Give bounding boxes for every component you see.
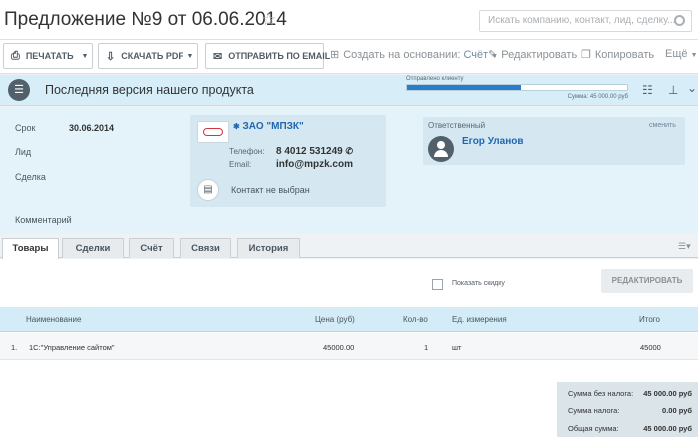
- toolbar: ⎙ ПЕЧАТАТЬ ▼ ⇩ СКАЧАТЬ PDF ▼ ✉ ОТПРАВИТЬ…: [0, 40, 698, 74]
- download-icon: ⇩: [106, 50, 116, 63]
- progress-status-label: Отправлено клиенту: [406, 76, 464, 82]
- document-icon: ☰: [8, 79, 30, 101]
- plus-square-icon: ⊞: [330, 49, 340, 61]
- tab-deals[interactable]: Сделки: [62, 238, 124, 258]
- envelope-icon: ✉: [213, 50, 223, 63]
- more-button[interactable]: Ещё ▼: [665, 48, 698, 60]
- product-total: 45000: [640, 343, 661, 352]
- term-value: 30.06.2014: [69, 123, 115, 133]
- change-responsible-link[interactable]: сменить: [649, 122, 676, 129]
- phone-icon[interactable]: ✆: [346, 146, 354, 156]
- show-discount-label: Показать скидку: [452, 280, 505, 287]
- print-dropdown-button[interactable]: ▼: [78, 43, 93, 69]
- email-value[interactable]: info@mpzk.com: [276, 159, 353, 170]
- edit-products-button[interactable]: РЕДАКТИРОВАТЬ: [601, 269, 693, 293]
- lead-label: Лид: [15, 147, 32, 157]
- tax-value: 0.00 руб: [662, 406, 692, 415]
- more-label: Ещё: [665, 48, 688, 60]
- comment-label: Комментарий: [15, 215, 72, 225]
- collapse-chevron-icon[interactable]: ⌄: [687, 81, 697, 95]
- phone-label: Телефон:: [229, 147, 265, 156]
- print-button[interactable]: ⎙ ПЕЧАТАТЬ: [3, 43, 79, 69]
- chevron-down-icon: ▼: [690, 52, 698, 59]
- company-name: ЗАО "МПЗК": [242, 121, 304, 132]
- total-value: 45 000.00 руб: [643, 424, 692, 433]
- responsible-label: Ответственный: [428, 121, 486, 130]
- create-based-on-button[interactable]: ⊞ Создать на основании: Счёт ▼: [330, 48, 498, 61]
- copy-icon: ❐: [581, 49, 591, 61]
- edit-label: Редактировать: [501, 49, 578, 61]
- tab-invoice[interactable]: Счёт: [129, 238, 174, 258]
- copy-label: Копировать: [594, 49, 655, 61]
- send-email-button[interactable]: ✉ ОТПРАВИТЬ ПО EMAIL: [205, 43, 330, 69]
- edit-button[interactable]: ✎ Редактировать: [488, 48, 577, 61]
- tax-label: Сумма налога:: [568, 406, 620, 415]
- company-icon: ✱: [233, 122, 240, 131]
- top-bar: Предложение №9 от 06.06.2014 ☆ Искать ко…: [0, 0, 698, 40]
- print-button-label: ПЕЧАТАТЬ: [25, 51, 74, 61]
- sum-label: Сумма: 45 000.00 руб: [567, 94, 628, 100]
- contact-icon: ▤: [197, 179, 219, 201]
- table-row: 1. 1С:"Управление сайтом" 45000.00 1 шт …: [0, 333, 698, 360]
- search-placeholder: Искать компанию, контакт, лид, сделку...: [488, 15, 676, 26]
- contact-label: Контакт не выбран: [231, 185, 310, 195]
- column-header-unit: Ед. измерения: [452, 315, 507, 324]
- entity-header: ☰ Последняя версия нашего продукта Отпра…: [0, 75, 698, 106]
- tab-history[interactable]: История: [237, 238, 300, 258]
- search-input[interactable]: Искать компанию, контакт, лид, сделку...: [479, 10, 692, 32]
- email-label: Email:: [229, 160, 252, 169]
- pin-icon[interactable]: ⊥: [668, 83, 678, 97]
- company-link[interactable]: ✱ ЗАО "МПЗК": [233, 121, 304, 132]
- tab-links[interactable]: Связи: [180, 238, 231, 258]
- search-icon[interactable]: [674, 15, 685, 26]
- product-price: 45000.00: [323, 343, 355, 352]
- page-title: Предложение №9 от 06.06.2014: [4, 9, 287, 30]
- pdf-dropdown-button[interactable]: ▼: [183, 43, 198, 69]
- product-qty: 1: [424, 343, 429, 352]
- download-pdf-label: СКАЧАТЬ PDF: [121, 51, 184, 61]
- download-pdf-button[interactable]: ⇩ СКАЧАТЬ PDF: [98, 43, 184, 69]
- subtotal-value: 45 000.00 руб: [643, 389, 692, 398]
- responsible-name[interactable]: Егор Уланов: [462, 136, 524, 147]
- status-progress-bar[interactable]: [406, 84, 628, 91]
- total-label: Общая сумма:: [568, 424, 619, 433]
- column-header-qty: Кол-во: [403, 315, 428, 324]
- avatar: [428, 136, 454, 162]
- column-header-price: Цена (руб): [315, 315, 355, 324]
- column-header-total: Итого: [639, 315, 660, 324]
- printer-icon: ⎙: [11, 49, 20, 62]
- row-number: 1.: [11, 343, 18, 352]
- create-based-on-value: Счёт: [463, 49, 489, 61]
- pencil-icon: ✎: [488, 49, 498, 61]
- star-icon[interactable]: ☆: [261, 10, 276, 30]
- entity-title: Последняя версия нашего продукта: [45, 83, 254, 97]
- term-label: Срок: [15, 123, 36, 133]
- phone-value[interactable]: 8 4012 531249 ✆: [276, 146, 353, 157]
- create-based-on-label: Создать на основании:: [343, 49, 461, 61]
- deal-label: Сделка: [15, 172, 46, 182]
- show-discount-checkbox[interactable]: [432, 279, 443, 290]
- list-menu-icon[interactable]: ☷: [642, 83, 653, 97]
- send-email-label: ОТПРАВИТЬ ПО EMAIL: [228, 51, 331, 61]
- column-header-name: Наименование: [26, 315, 82, 324]
- phone-number: 8 4012 531249: [276, 146, 343, 157]
- tab-products[interactable]: Товары: [2, 238, 59, 259]
- tab-bar: Товары Сделки Счёт Связи История ☰▾: [0, 234, 698, 259]
- product-name: 1С:"Управление сайтом": [29, 343, 115, 352]
- subtotal-label: Сумма без налога:: [568, 389, 634, 398]
- company-logo: [197, 121, 229, 143]
- copy-button[interactable]: ❐ Копировать: [581, 48, 654, 61]
- totals-panel: Сумма без налога: 45 000.00 руб Сумма на…: [557, 382, 698, 437]
- progress-fill: [407, 85, 522, 90]
- tabs-menu-icon[interactable]: ☰▾: [678, 241, 691, 252]
- product-unit: шт: [452, 343, 462, 352]
- table-header: Наименование Цена (руб) Кол-во Ед. измер…: [0, 307, 698, 332]
